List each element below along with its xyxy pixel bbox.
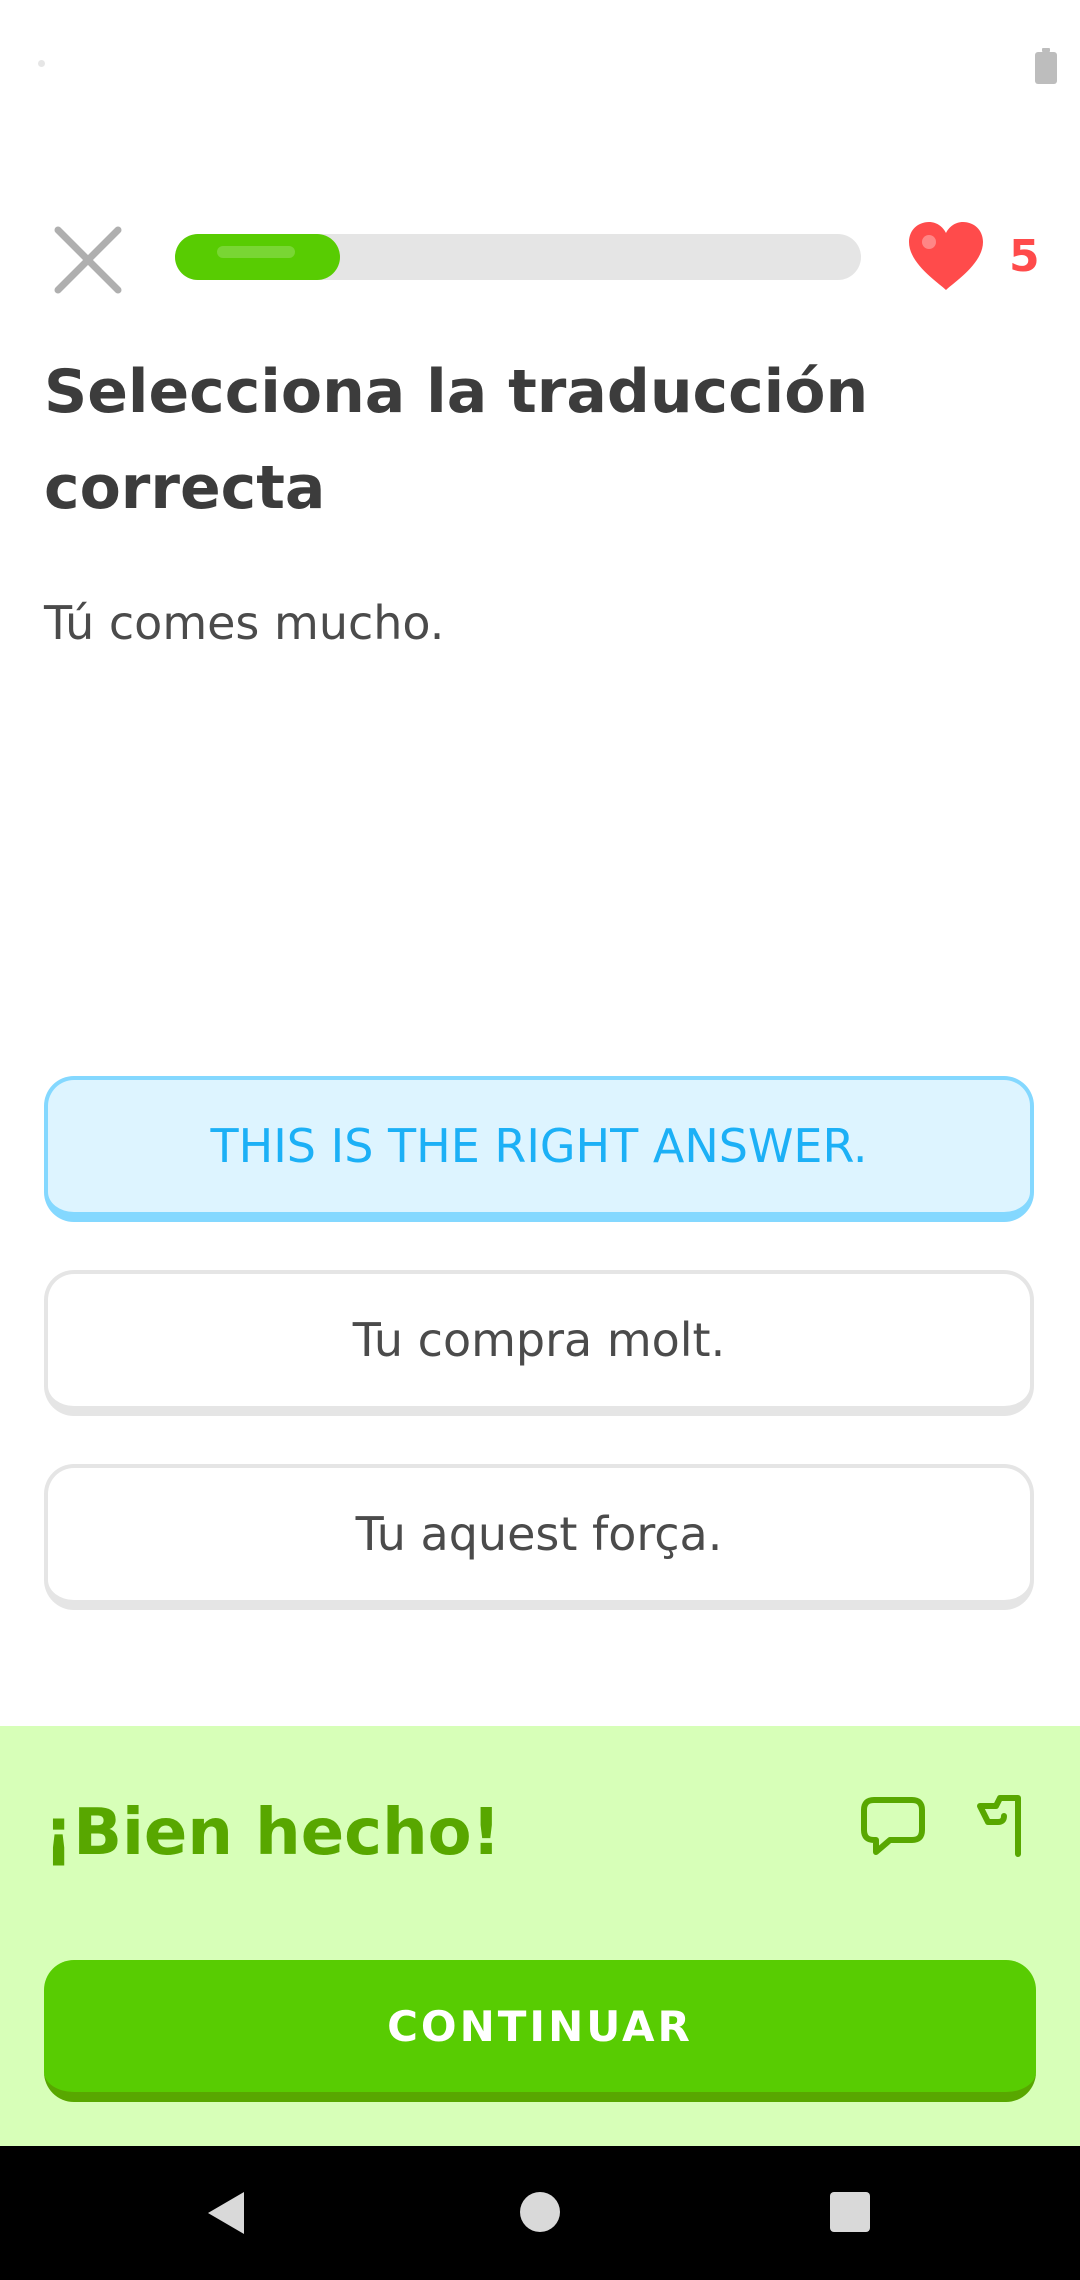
feedback-title: ¡Bien hecho!: [44, 1796, 501, 1870]
answer-option-label: Tu compra molt.: [352, 1313, 726, 1367]
report-button[interactable]: [974, 1792, 1034, 1858]
hearts-counter[interactable]: 5: [905, 220, 1040, 292]
lesson-progress-bar: [175, 234, 861, 280]
comment-icon: [861, 1797, 925, 1855]
answer-option-label: THIS IS THE RIGHT ANSWER.: [210, 1119, 868, 1173]
back-icon[interactable]: [204, 2188, 248, 2238]
answer-option[interactable]: Tu compra molt.: [44, 1270, 1034, 1416]
continue-button-label: CONTINUAR: [387, 2001, 693, 2051]
challenge-prompt: Tú comes mucho.: [44, 596, 445, 650]
answer-option[interactable]: Tu aquest força.: [44, 1464, 1034, 1610]
close-icon: [54, 226, 122, 294]
home-icon[interactable]: [520, 2192, 560, 2232]
notification-dot: [38, 60, 45, 67]
continue-button[interactable]: CONTINUAR: [44, 1960, 1036, 2102]
close-button[interactable]: [52, 224, 124, 296]
flag-icon: [977, 1795, 1021, 1857]
feedback-panel: ¡Bien hecho! CONTINUAR: [0, 1726, 1080, 2146]
answer-option-label: Tu aquest força.: [355, 1507, 723, 1561]
progress-fill: [175, 234, 340, 280]
challenge-title: Selecciona la traducción correcta: [44, 357, 869, 523]
heart-icon: [909, 222, 983, 290]
discuss-button[interactable]: [860, 1796, 926, 1858]
battery-icon: [1035, 48, 1057, 84]
status-bar: [0, 0, 1080, 130]
recents-icon[interactable]: [830, 2192, 870, 2232]
progress-highlight: [217, 246, 295, 258]
hearts-count: 5: [1009, 230, 1040, 282]
system-navigation-bar: [0, 2146, 1080, 2280]
answer-option[interactable]: THIS IS THE RIGHT ANSWER.: [44, 1076, 1034, 1222]
